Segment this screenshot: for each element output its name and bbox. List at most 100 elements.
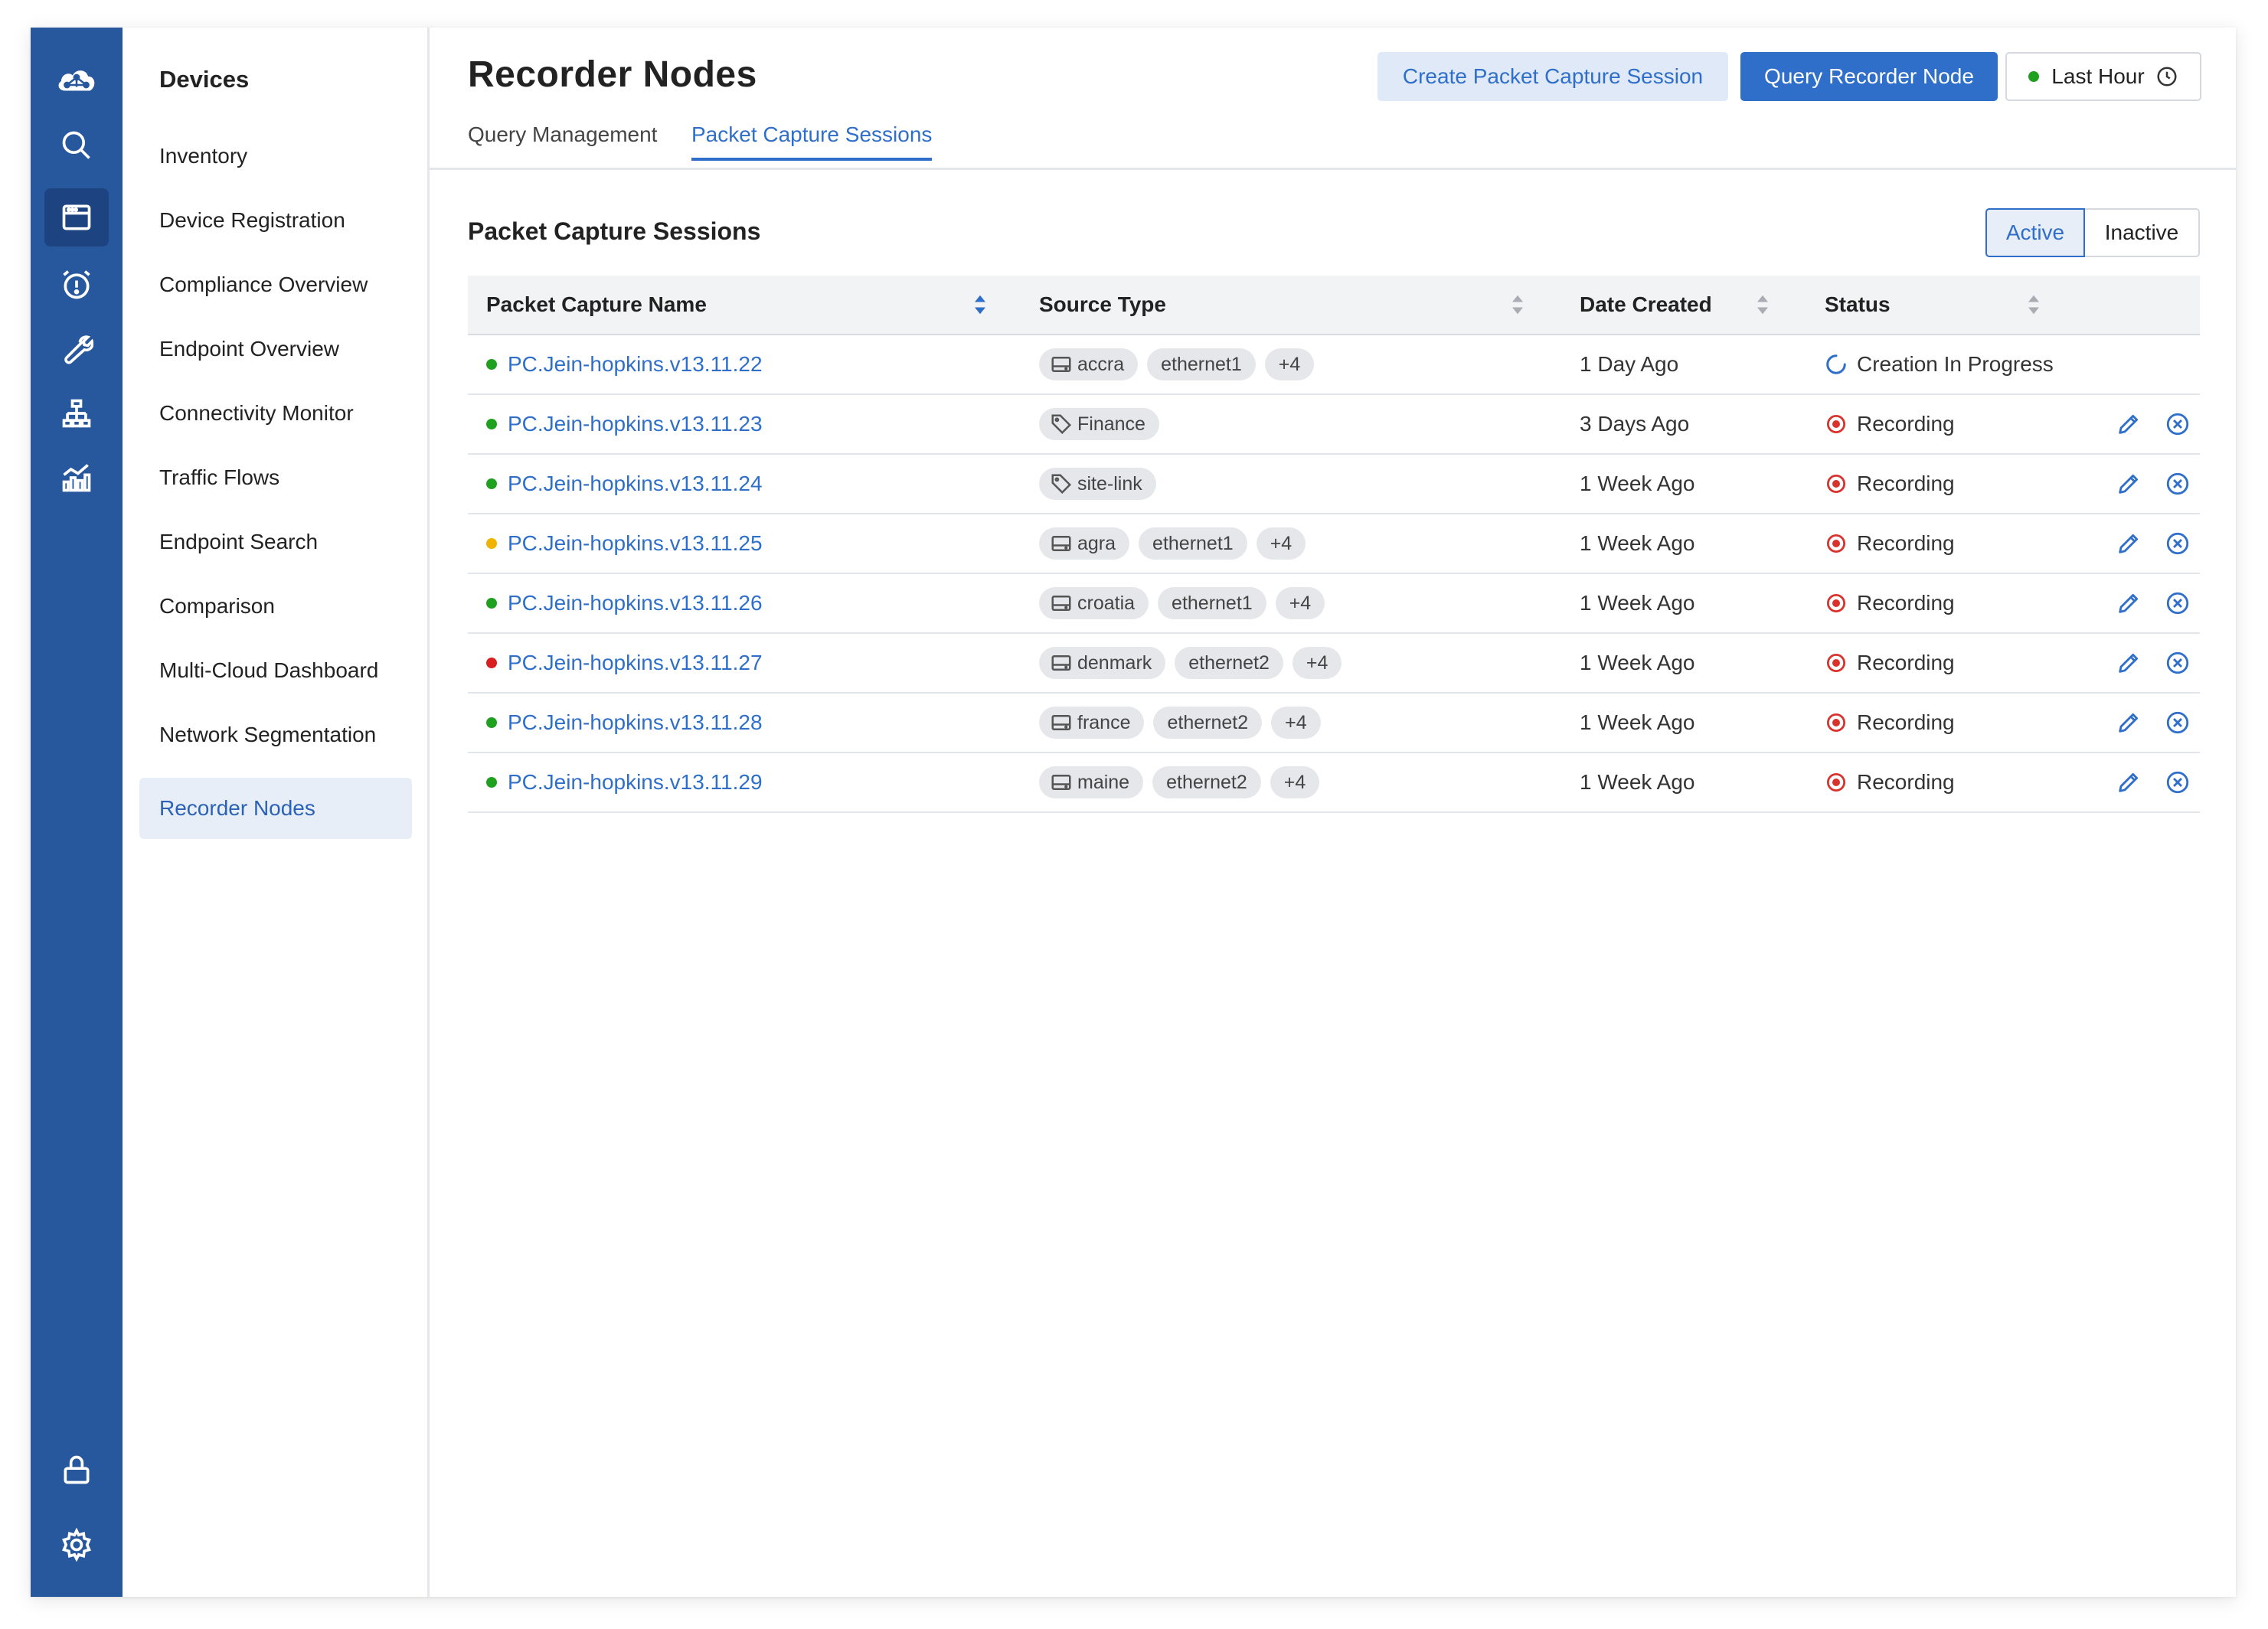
devices-icon[interactable] — [44, 188, 109, 246]
network-topology-icon[interactable] — [44, 384, 109, 442]
more-sources-chip[interactable]: +4 — [1256, 527, 1306, 560]
progress-spinner-icon — [1825, 353, 1857, 376]
source-chip[interactable]: accra — [1039, 348, 1139, 380]
sessions-table: Packet Capture Name Source Type Date Cre… — [468, 276, 2200, 813]
sort-icon[interactable] — [1511, 294, 1525, 315]
capture-name-link[interactable]: PC.Jein-hopkins.v13.11.24 — [508, 472, 763, 496]
table-row[interactable]: PC.Jein-hopkins.v13.11.22 accra ethernet1 +… — [468, 335, 2200, 395]
date-created-cell: 1 Week Ago — [1580, 531, 1695, 555]
nav-item-multi-cloud-dashboard[interactable]: Multi-Cloud Dashboard — [139, 641, 412, 700]
time-range-selector[interactable]: Last Hour — [2005, 52, 2201, 101]
more-sources-chip[interactable]: +4 — [1275, 587, 1325, 619]
source-chip[interactable]: denmark — [1039, 647, 1166, 679]
more-sources-chip[interactable]: +4 — [1270, 766, 1320, 798]
table-row[interactable]: PC.Jein-hopkins.v13.11.25 agra ethernet1 +4… — [468, 514, 2200, 574]
column-header-name[interactable]: Packet Capture Name — [486, 276, 707, 334]
source-type-cell: maine ethernet2 +4 — [1039, 753, 1328, 811]
table-row[interactable]: PC.Jein-hopkins.v13.11.24 site-link 1 Week… — [468, 455, 2200, 514]
sort-icon[interactable] — [1756, 294, 1770, 315]
filter-inactive-button[interactable]: Inactive — [2085, 208, 2200, 257]
chip-label: +4 — [1270, 532, 1292, 554]
nav-item-compliance-overview[interactable]: Compliance Overview — [139, 256, 412, 314]
more-sources-chip[interactable]: +4 — [1292, 647, 1342, 679]
alarm-icon[interactable] — [44, 256, 109, 314]
source-chip[interactable]: ethernet2 — [1153, 707, 1263, 739]
source-chip[interactable]: site-link — [1039, 468, 1156, 500]
more-sources-chip[interactable]: +4 — [1271, 707, 1321, 739]
stop-session-icon[interactable] — [2165, 411, 2191, 437]
source-chip[interactable]: ethernet1 — [1147, 348, 1256, 380]
nav-item-comparison[interactable]: Comparison — [139, 577, 412, 635]
status-label: Recording — [1857, 591, 1955, 615]
edit-icon[interactable] — [2116, 471, 2142, 497]
source-type-cell: croatia ethernet1 +4 — [1039, 574, 1334, 632]
edit-icon[interactable] — [2116, 590, 2142, 616]
recording-icon — [1825, 711, 1857, 734]
query-recorder-node-button[interactable]: Query Recorder Node — [1740, 52, 1998, 101]
recording-icon — [1825, 651, 1857, 674]
stop-session-icon[interactable] — [2165, 471, 2191, 497]
source-chip[interactable]: agra — [1039, 527, 1130, 560]
column-header-date-created[interactable]: Date Created — [1580, 276, 1712, 334]
gear-icon[interactable] — [44, 1516, 109, 1574]
filter-active-button[interactable]: Active — [1985, 208, 2085, 257]
nav-item-endpoint-search[interactable]: Endpoint Search — [139, 513, 412, 571]
tab-packet-capture-sessions[interactable]: Packet Capture Sessions — [691, 122, 933, 161]
stop-session-icon[interactable] — [2165, 590, 2191, 616]
source-chip[interactable]: croatia — [1039, 587, 1149, 619]
capture-name-link[interactable]: PC.Jein-hopkins.v13.11.22 — [508, 352, 763, 377]
sort-icon[interactable] — [973, 294, 987, 315]
device-icon — [1050, 651, 1077, 674]
edit-icon[interactable] — [2116, 650, 2142, 676]
source-chip[interactable]: ethernet1 — [1139, 527, 1247, 560]
nav-item-network-segmentation[interactable]: Network Segmentation — [139, 706, 412, 764]
wrench-icon[interactable] — [44, 320, 109, 378]
table-row[interactable]: PC.Jein-hopkins.v13.11.27 denmark ethernet… — [468, 634, 2200, 694]
stop-session-icon[interactable] — [2165, 710, 2191, 736]
analytics-icon[interactable] — [44, 449, 109, 507]
nav-item-inventory[interactable]: Inventory — [139, 127, 412, 185]
source-chip[interactable]: Finance — [1039, 408, 1159, 440]
stop-session-icon[interactable] — [2165, 650, 2191, 676]
table-row[interactable]: PC.Jein-hopkins.v13.11.28 france ethernet2… — [468, 694, 2200, 753]
create-packet-capture-button[interactable]: Create Packet Capture Session — [1377, 52, 1728, 101]
more-sources-chip[interactable]: +4 — [1264, 348, 1315, 380]
nav-item-endpoint-overview[interactable]: Endpoint Overview — [139, 320, 412, 378]
table-row[interactable]: PC.Jein-hopkins.v13.11.26 croatia ethernet… — [468, 574, 2200, 634]
nav-item-connectivity-monitor[interactable]: Connectivity Monitor — [139, 384, 412, 442]
stop-session-icon[interactable] — [2165, 769, 2191, 795]
source-chip[interactable]: ethernet2 — [1175, 647, 1283, 679]
capture-name-link[interactable]: PC.Jein-hopkins.v13.11.23 — [508, 412, 763, 436]
source-chip[interactable]: maine — [1039, 766, 1144, 798]
nav-item-traffic-flows[interactable]: Traffic Flows — [139, 449, 412, 507]
table-row[interactable]: PC.Jein-hopkins.v13.11.29 maine ethernet2 +… — [468, 753, 2200, 813]
table-row[interactable]: PC.Jein-hopkins.v13.11.23 Finance 3 Days A… — [468, 395, 2200, 455]
source-chip[interactable]: france — [1039, 707, 1145, 739]
source-chip[interactable]: ethernet1 — [1158, 587, 1266, 619]
sort-icon[interactable] — [2027, 294, 2041, 315]
edit-icon[interactable] — [2116, 411, 2142, 437]
date-created-cell: 1 Week Ago — [1580, 710, 1695, 734]
status-cell: Creation In Progress — [1825, 335, 2054, 393]
edit-icon[interactable] — [2116, 530, 2142, 557]
capture-name-link[interactable]: PC.Jein-hopkins.v13.11.25 — [508, 531, 763, 556]
stop-session-icon[interactable] — [2165, 530, 2191, 557]
capture-name-link[interactable]: PC.Jein-hopkins.v13.11.27 — [508, 651, 763, 675]
chip-label: site-link — [1077, 472, 1142, 495]
cloud-logo-icon[interactable] — [44, 52, 109, 110]
edit-icon[interactable] — [2116, 769, 2142, 795]
nav-item-device-registration[interactable]: Device Registration — [139, 191, 412, 250]
lock-icon[interactable] — [44, 1441, 109, 1499]
search-icon[interactable] — [44, 116, 109, 175]
source-type-cell: site-link — [1039, 455, 1165, 513]
status-label: Recording — [1857, 770, 1955, 794]
capture-name-link[interactable]: PC.Jein-hopkins.v13.11.28 — [508, 710, 763, 735]
column-header-source-type[interactable]: Source Type — [1039, 276, 1166, 334]
capture-name-link[interactable]: PC.Jein-hopkins.v13.11.26 — [508, 591, 763, 615]
column-header-status[interactable]: Status — [1825, 276, 1891, 334]
nav-item-recorder-nodes[interactable]: Recorder Nodes — [139, 778, 412, 839]
source-chip[interactable]: ethernet2 — [1152, 766, 1261, 798]
tab-query-management[interactable]: Query Management — [468, 122, 657, 158]
capture-name-link[interactable]: PC.Jein-hopkins.v13.11.29 — [508, 770, 763, 795]
edit-icon[interactable] — [2116, 710, 2142, 736]
